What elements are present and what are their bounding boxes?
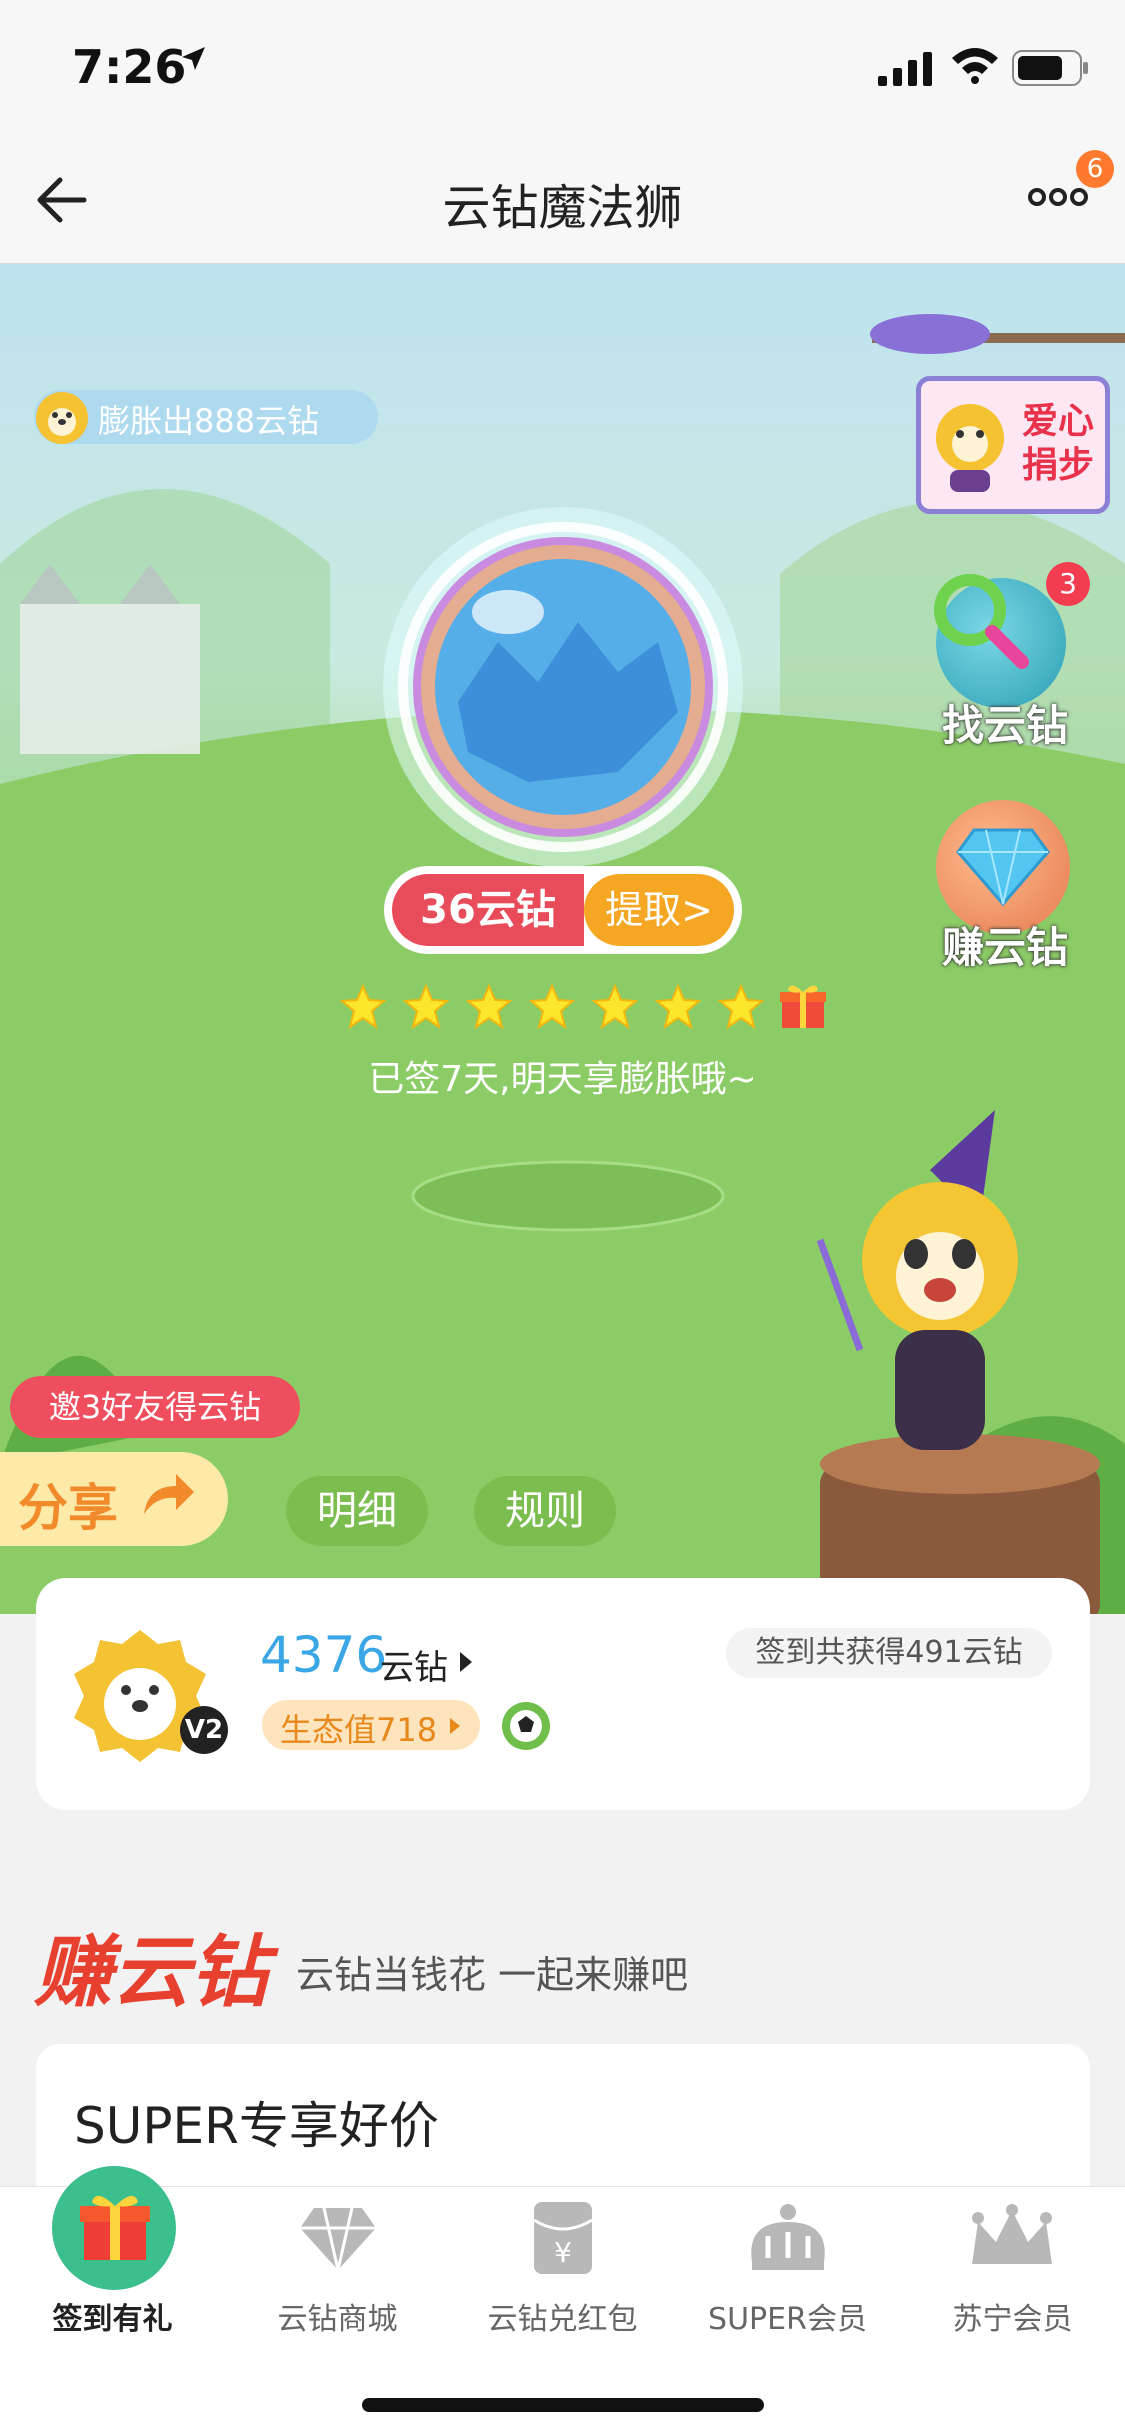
page-title: 云钻魔法狮 bbox=[442, 180, 683, 236]
svg-text:¥: ¥ bbox=[554, 2236, 572, 2269]
star-icon bbox=[340, 984, 386, 1030]
wifi-icon bbox=[952, 48, 998, 84]
earn-section-subtitle: 云钻当钱花 一起来赚吧 bbox=[296, 1953, 689, 1997]
diamond-icon[interactable] bbox=[298, 2204, 378, 2272]
star-icon bbox=[592, 984, 638, 1030]
lion-mascot-icon bbox=[936, 404, 1004, 492]
withdraw-button[interactable]: 提取> bbox=[584, 874, 734, 946]
find-coins-label[interactable]: 找云钻 bbox=[920, 692, 1090, 753]
more-icon[interactable] bbox=[1028, 182, 1088, 212]
wizard-lion-mascot bbox=[816, 1110, 1018, 1450]
gift-icon[interactable] bbox=[76, 2186, 154, 2264]
more-badge: 6 bbox=[1076, 150, 1114, 188]
soccer-ball-icon[interactable] bbox=[500, 1700, 552, 1752]
star-icon bbox=[718, 984, 764, 1030]
pending-coins: 36云钻 bbox=[392, 874, 584, 946]
star-icon bbox=[529, 984, 575, 1030]
sign-in-status: 已签7天,明天享膨胀哦~ bbox=[368, 1059, 757, 1100]
tab-super-member[interactable]: SUPER会员 bbox=[675, 2294, 900, 2338]
tab-coin-mall[interactable]: 云钻商城 bbox=[225, 2294, 450, 2338]
crown-icon[interactable] bbox=[746, 2202, 830, 2272]
status-time: 7:26 bbox=[72, 40, 187, 94]
location-arrow-icon bbox=[182, 47, 205, 70]
tab-suning-member[interactable]: 苏宁会员 bbox=[900, 2294, 1125, 2338]
invite-friends-tip[interactable]: 邀3好友得云钻 bbox=[10, 1376, 300, 1438]
coin-balance[interactable]: 4376 bbox=[260, 1626, 387, 1684]
caret-right-icon[interactable] bbox=[458, 1650, 474, 1674]
donate-steps-label: 爱心 捐步 bbox=[1021, 401, 1094, 486]
detail-button[interactable]: 明细 bbox=[286, 1476, 428, 1546]
earn-coins-label[interactable]: 赚云钻 bbox=[920, 914, 1090, 975]
diamond-icon bbox=[956, 828, 1050, 906]
total-signed-coins: 签到共获得491云钻 bbox=[726, 1628, 1052, 1678]
battery-icon bbox=[1012, 50, 1088, 86]
star-icon bbox=[403, 984, 449, 1030]
earn-section-title: 赚云钻 bbox=[34, 1928, 269, 2018]
share-arrow-icon bbox=[144, 1474, 194, 1514]
star-icon bbox=[655, 984, 701, 1030]
find-coins-badge: 3 bbox=[1046, 562, 1090, 606]
gift-icon bbox=[780, 985, 826, 1028]
star-icon bbox=[466, 984, 512, 1030]
expand-text: 膨胀出888云钻 bbox=[98, 402, 320, 440]
super-deals-title: SUPER专享好价 bbox=[74, 2097, 439, 2155]
share-label[interactable]: 分享 bbox=[18, 1468, 118, 1540]
cellular-signal-icon bbox=[878, 52, 932, 86]
lion-face-icon bbox=[36, 392, 88, 444]
magnifier-icon bbox=[934, 574, 1029, 669]
eco-value-label[interactable]: 生态值718 bbox=[280, 1705, 437, 1751]
tab-coin-red-envelope[interactable]: 云钻兑红包 bbox=[450, 2294, 675, 2338]
caret-right-icon bbox=[450, 1718, 460, 1734]
crystal-ball-icon[interactable] bbox=[378, 502, 748, 872]
home-indicator bbox=[362, 2398, 764, 2412]
level-badge: V2 bbox=[180, 1706, 228, 1754]
coin-unit[interactable]: 云钻 bbox=[380, 1640, 448, 1689]
rules-button[interactable]: 规则 bbox=[474, 1476, 616, 1546]
royal-crown-icon[interactable] bbox=[968, 2204, 1056, 2274]
red-envelope-icon[interactable]: ¥ bbox=[532, 2200, 594, 2276]
tab-sign-in[interactable]: 签到有礼 bbox=[0, 2294, 225, 2338]
